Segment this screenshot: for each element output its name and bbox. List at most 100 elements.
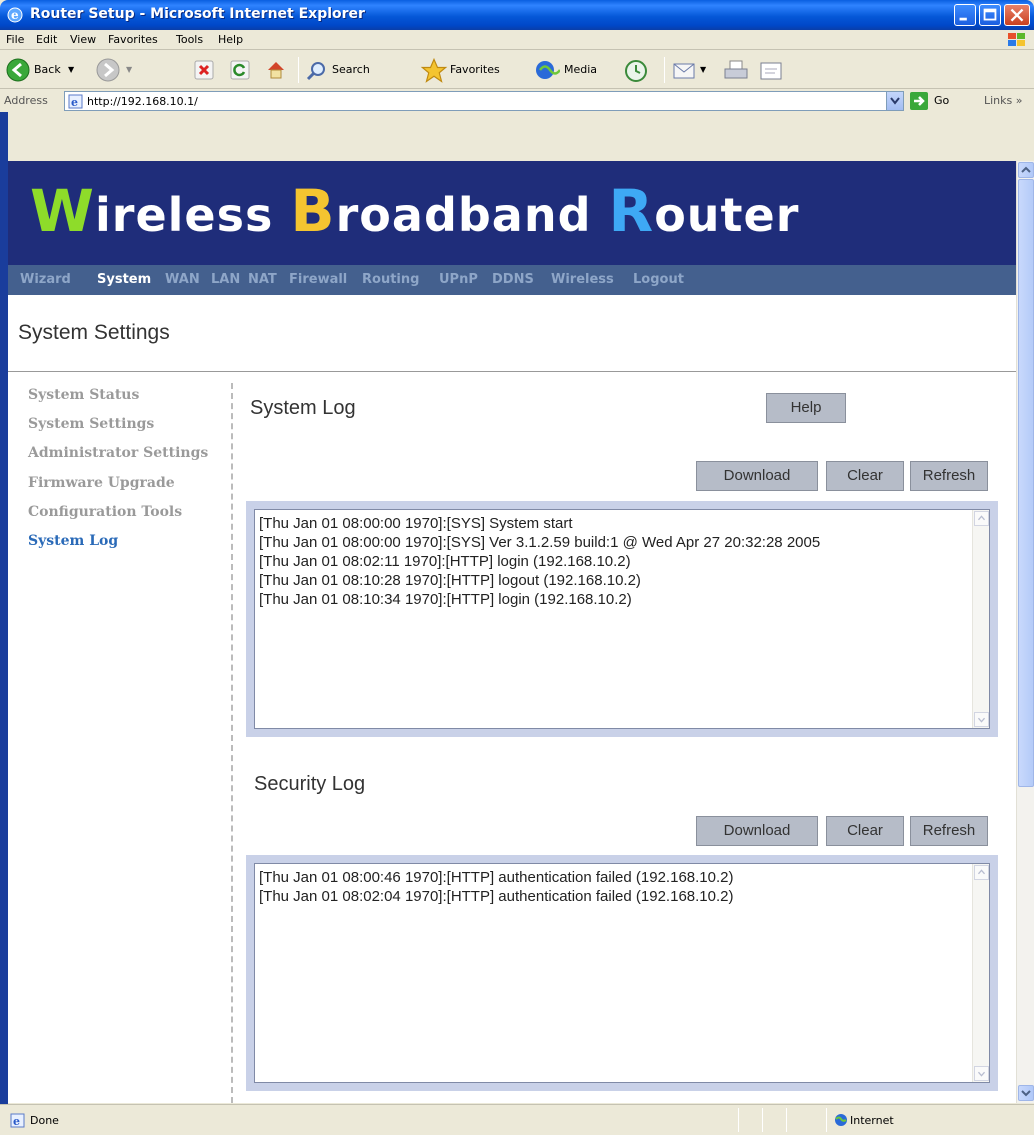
- security-log-download-button[interactable]: Download: [696, 816, 818, 846]
- security-log-frame: [Thu Jan 01 08:00:46 1970]:[HTTP] authen…: [246, 855, 998, 1091]
- windows-logo-icon: [1008, 33, 1025, 46]
- chevron-down-icon: [890, 97, 900, 105]
- status-divider: [826, 1108, 827, 1132]
- page-scroll-thumb[interactable]: [1018, 179, 1034, 787]
- history-button[interactable]: [622, 57, 652, 83]
- menu-view[interactable]: View: [70, 33, 96, 46]
- security-log-title: Security Log: [254, 773, 366, 795]
- side-item-administrator-settings[interactable]: Administrator Settings: [28, 445, 208, 461]
- scroll-up-icon[interactable]: [974, 511, 989, 526]
- mail-dropdown-icon[interactable]: ▼: [700, 65, 706, 74]
- scroll-up-icon[interactable]: [974, 865, 989, 880]
- nav-wan[interactable]: WAN: [165, 272, 200, 287]
- security-log-clear-button[interactable]: Clear: [826, 816, 904, 846]
- svg-text:e: e: [11, 8, 19, 22]
- print-button[interactable]: [722, 57, 752, 83]
- close-window-button[interactable]: [1004, 4, 1030, 26]
- minimize-button[interactable]: [954, 4, 976, 26]
- toolbar-separator: [664, 57, 665, 83]
- favorites-star-icon: [420, 57, 448, 83]
- address-url: http://192.168.10.1/: [87, 95, 198, 108]
- system-log-scrollbar[interactable]: [972, 510, 989, 728]
- mail-button[interactable]: ▼: [672, 57, 716, 83]
- system-log-refresh-button[interactable]: Refresh: [910, 461, 988, 491]
- refresh-icon: [230, 60, 250, 80]
- links-toolbar[interactable]: Links »: [984, 94, 1023, 107]
- nav-logout[interactable]: Logout: [633, 272, 684, 287]
- side-item-system-log[interactable]: System Log: [28, 533, 118, 549]
- menu-tools[interactable]: Tools: [176, 33, 203, 46]
- home-button[interactable]: [264, 57, 290, 83]
- refresh-page-button[interactable]: [228, 57, 254, 83]
- page-title: System Settings: [18, 321, 170, 344]
- security-log-refresh-button[interactable]: Refresh: [910, 816, 988, 846]
- forward-dropdown-icon[interactable]: ▼: [126, 65, 132, 74]
- menu-favorites[interactable]: Favorites: [108, 33, 158, 46]
- forward-arrow-icon: [96, 58, 120, 82]
- nav-firewall[interactable]: Firewall: [289, 272, 347, 287]
- search-button[interactable]: Search: [306, 57, 410, 83]
- back-dropdown-icon[interactable]: ▼: [68, 65, 74, 74]
- title-cap-r: R: [608, 177, 655, 245]
- back-arrow-icon: [6, 58, 30, 82]
- nav-routing[interactable]: Routing: [362, 272, 419, 287]
- page-icon: e: [68, 94, 83, 109]
- page-scrollbar[interactable]: [1016, 161, 1034, 1103]
- svg-text:e: e: [13, 1115, 20, 1128]
- forward-button[interactable]: ▼: [96, 57, 150, 83]
- router-product-title: Wireless Broadband Router: [30, 177, 799, 245]
- status-divider: [786, 1108, 787, 1132]
- links-label: Links: [984, 94, 1013, 107]
- scroll-down-icon[interactable]: [974, 712, 989, 727]
- nav-ddns[interactable]: DDNS: [492, 272, 534, 287]
- side-item-system-status[interactable]: System Status: [28, 387, 139, 403]
- edit-document-icon: [760, 62, 782, 80]
- page-scroll-down-button[interactable]: [1018, 1085, 1034, 1101]
- nav-upnp[interactable]: UPnP: [439, 272, 478, 287]
- security-log-scrollbar[interactable]: [972, 864, 989, 1082]
- window-titlebar[interactable]: e Router Setup - Microsoft Internet Expl…: [0, 0, 1034, 30]
- mail-icon: [673, 63, 695, 79]
- nav-lan[interactable]: LAN: [211, 272, 240, 287]
- nav-wizard[interactable]: Wizard: [20, 272, 71, 287]
- window-title: Router Setup - Microsoft Internet Explor…: [30, 6, 365, 22]
- status-divider: [762, 1108, 763, 1132]
- nav-wireless[interactable]: Wireless: [551, 272, 614, 287]
- back-button[interactable]: Back ▼: [6, 57, 96, 83]
- menu-edit[interactable]: Edit: [36, 33, 57, 46]
- system-log-textarea[interactable]: [Thu Jan 01 08:00:00 1970]:[SYS] System …: [254, 509, 990, 729]
- system-log-download-button[interactable]: Download: [696, 461, 818, 491]
- side-item-firmware-upgrade[interactable]: Firmware Upgrade: [28, 475, 175, 491]
- favorites-button[interactable]: Favorites: [420, 57, 526, 83]
- page-viewport: Wireless Broadband Router Wizard System …: [8, 161, 1016, 1103]
- maximize-icon: [983, 8, 997, 21]
- maximize-button[interactable]: [979, 4, 1001, 26]
- nav-system[interactable]: System: [97, 272, 151, 287]
- log-line: [Thu Jan 01 08:02:11 1970]:[HTTP] login …: [259, 553, 631, 570]
- nav-nat[interactable]: NAT: [248, 272, 277, 287]
- favorites-label: Favorites: [450, 63, 500, 76]
- status-text: Done: [30, 1114, 59, 1127]
- help-button[interactable]: Help: [766, 393, 846, 423]
- go-button[interactable]: Go: [910, 92, 968, 110]
- edit-page-button[interactable]: [758, 57, 788, 83]
- search-icon: [306, 62, 325, 81]
- side-menu-divider: [231, 383, 233, 1103]
- internet-zone-icon: [835, 1114, 847, 1126]
- side-item-configuration-tools[interactable]: Configuration Tools: [28, 504, 182, 520]
- stop-button[interactable]: [192, 57, 218, 83]
- address-input[interactable]: e http://192.168.10.1/: [64, 91, 904, 111]
- title-divider: [8, 371, 1016, 372]
- page-scroll-up-button[interactable]: [1018, 162, 1034, 178]
- log-line: [Thu Jan 01 08:00:00 1970]:[SYS] System …: [259, 515, 573, 532]
- address-dropdown-button[interactable]: [886, 92, 903, 110]
- menu-file[interactable]: File: [6, 33, 24, 46]
- side-item-system-settings[interactable]: System Settings: [28, 416, 154, 432]
- scroll-down-icon[interactable]: [974, 1066, 989, 1081]
- log-line: [Thu Jan 01 08:00:00 1970]:[SYS] Ver 3.1…: [259, 534, 821, 551]
- system-log-clear-button[interactable]: Clear: [826, 461, 904, 491]
- log-line: [Thu Jan 01 08:10:28 1970]:[HTTP] logout…: [259, 572, 641, 589]
- media-button[interactable]: Media: [534, 57, 616, 83]
- security-log-textarea[interactable]: [Thu Jan 01 08:00:46 1970]:[HTTP] authen…: [254, 863, 990, 1083]
- menu-help[interactable]: Help: [218, 33, 243, 46]
